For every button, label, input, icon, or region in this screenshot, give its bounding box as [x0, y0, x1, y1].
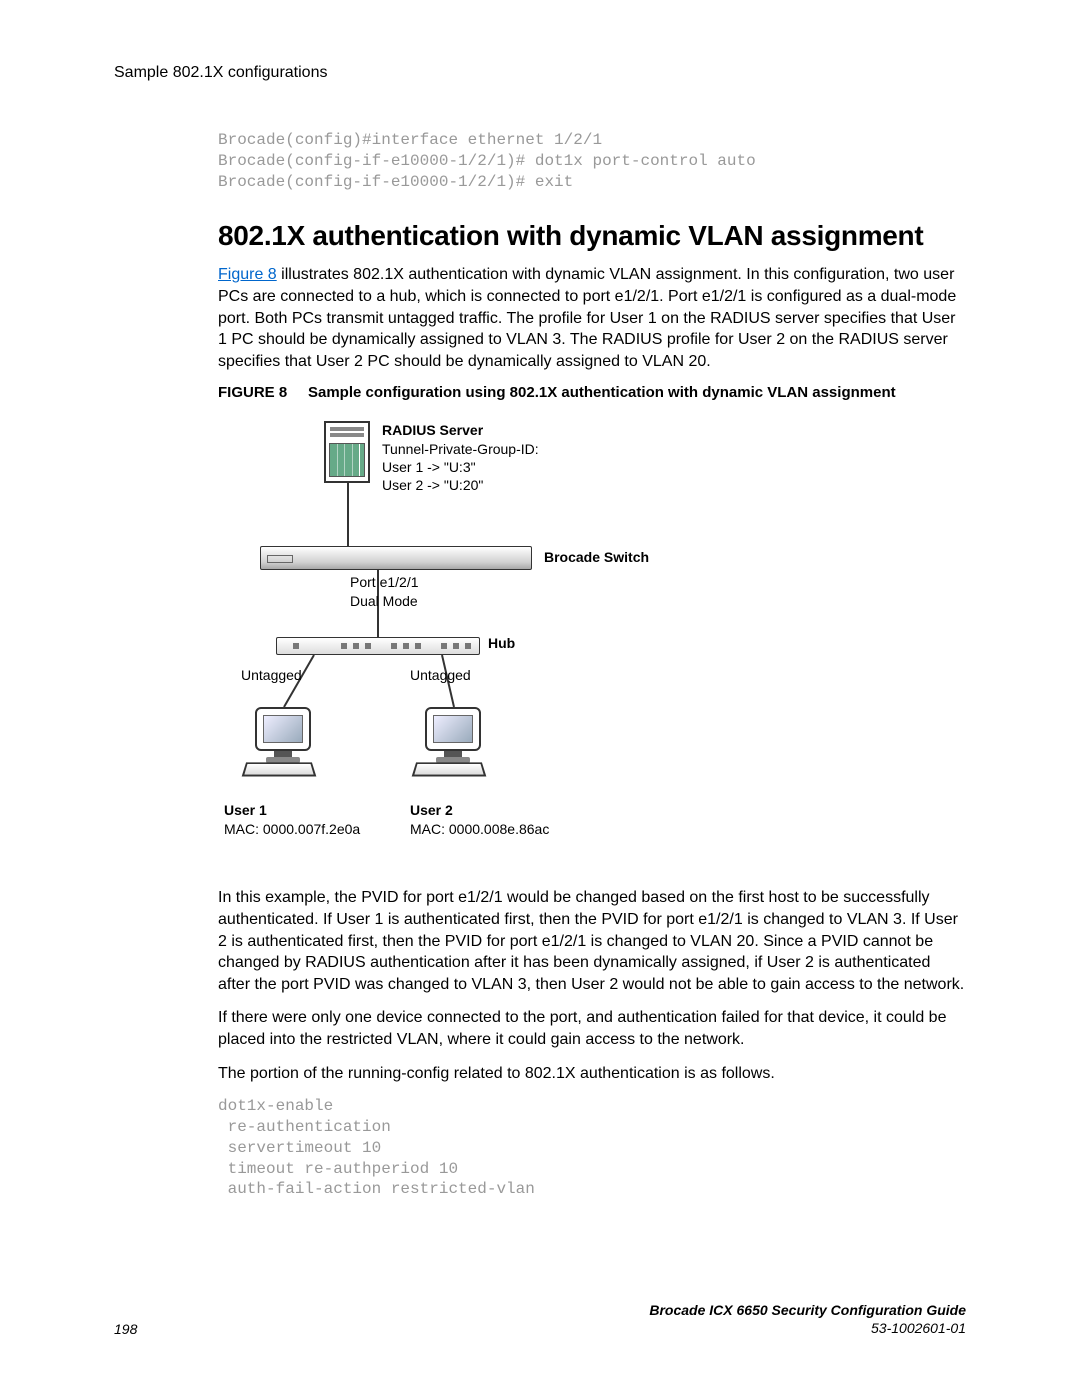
figure-number: FIGURE 8 — [218, 384, 288, 401]
user1-caption: User 1 MAC: 0000.007f.2e0a — [224, 801, 360, 837]
intro-text: illustrates 802.1X authentication with d… — [218, 266, 956, 369]
user2-caption: User 2 MAC: 0000.008e.86ac — [410, 801, 549, 837]
untagged-label-2: Untagged — [410, 667, 471, 683]
radius-title: RADIUS Server — [382, 421, 539, 439]
code-block-1: Brocade(config)#interface ethernet 1/2/1… — [218, 130, 966, 192]
port-label: Port e1/2/1 Dual Mode — [350, 573, 419, 609]
paragraph-2: In this example, the PVID for port e1/2/… — [218, 887, 966, 995]
hub-icon — [276, 637, 480, 655]
switch-icon — [260, 546, 532, 570]
radius-line2: User 1 -> "U:3" — [382, 458, 539, 476]
hub-label: Hub — [488, 635, 515, 651]
radius-server-text: RADIUS Server Tunnel-Private-Group-ID: U… — [382, 421, 539, 494]
switch-label: Brocade Switch — [544, 549, 649, 565]
untagged-label-1: Untagged — [241, 667, 302, 683]
user2-pc-icon — [418, 707, 488, 763]
radius-line3: User 2 -> "U:20" — [382, 476, 539, 494]
user1-pc-icon — [248, 707, 318, 763]
section-heading: 802.1X authentication with dynamic VLAN … — [218, 220, 966, 252]
code-block-2: dot1x-enable re-authentication servertim… — [218, 1096, 966, 1200]
page-footer: 198 Brocade ICX 6650 Security Configurat… — [114, 1301, 966, 1337]
topology-diagram: RADIUS Server Tunnel-Private-Group-ID: U… — [218, 411, 838, 871]
paragraph-4: The portion of the running-config relate… — [218, 1063, 966, 1085]
doc-identifier: Brocade ICX 6650 Security Configuration … — [649, 1301, 966, 1337]
figure-caption: Sample configuration using 802.1X authen… — [308, 384, 896, 401]
radius-server-icon — [324, 421, 370, 483]
figure-link[interactable]: Figure 8 — [218, 266, 277, 283]
radius-line1: Tunnel-Private-Group-ID: — [382, 440, 539, 458]
paragraph-3: If there were only one device connected … — [218, 1007, 966, 1050]
running-header: Sample 802.1X configurations — [114, 64, 966, 82]
intro-paragraph: Figure 8 illustrates 802.1X authenticati… — [218, 264, 966, 372]
page-number: 198 — [114, 1321, 137, 1337]
